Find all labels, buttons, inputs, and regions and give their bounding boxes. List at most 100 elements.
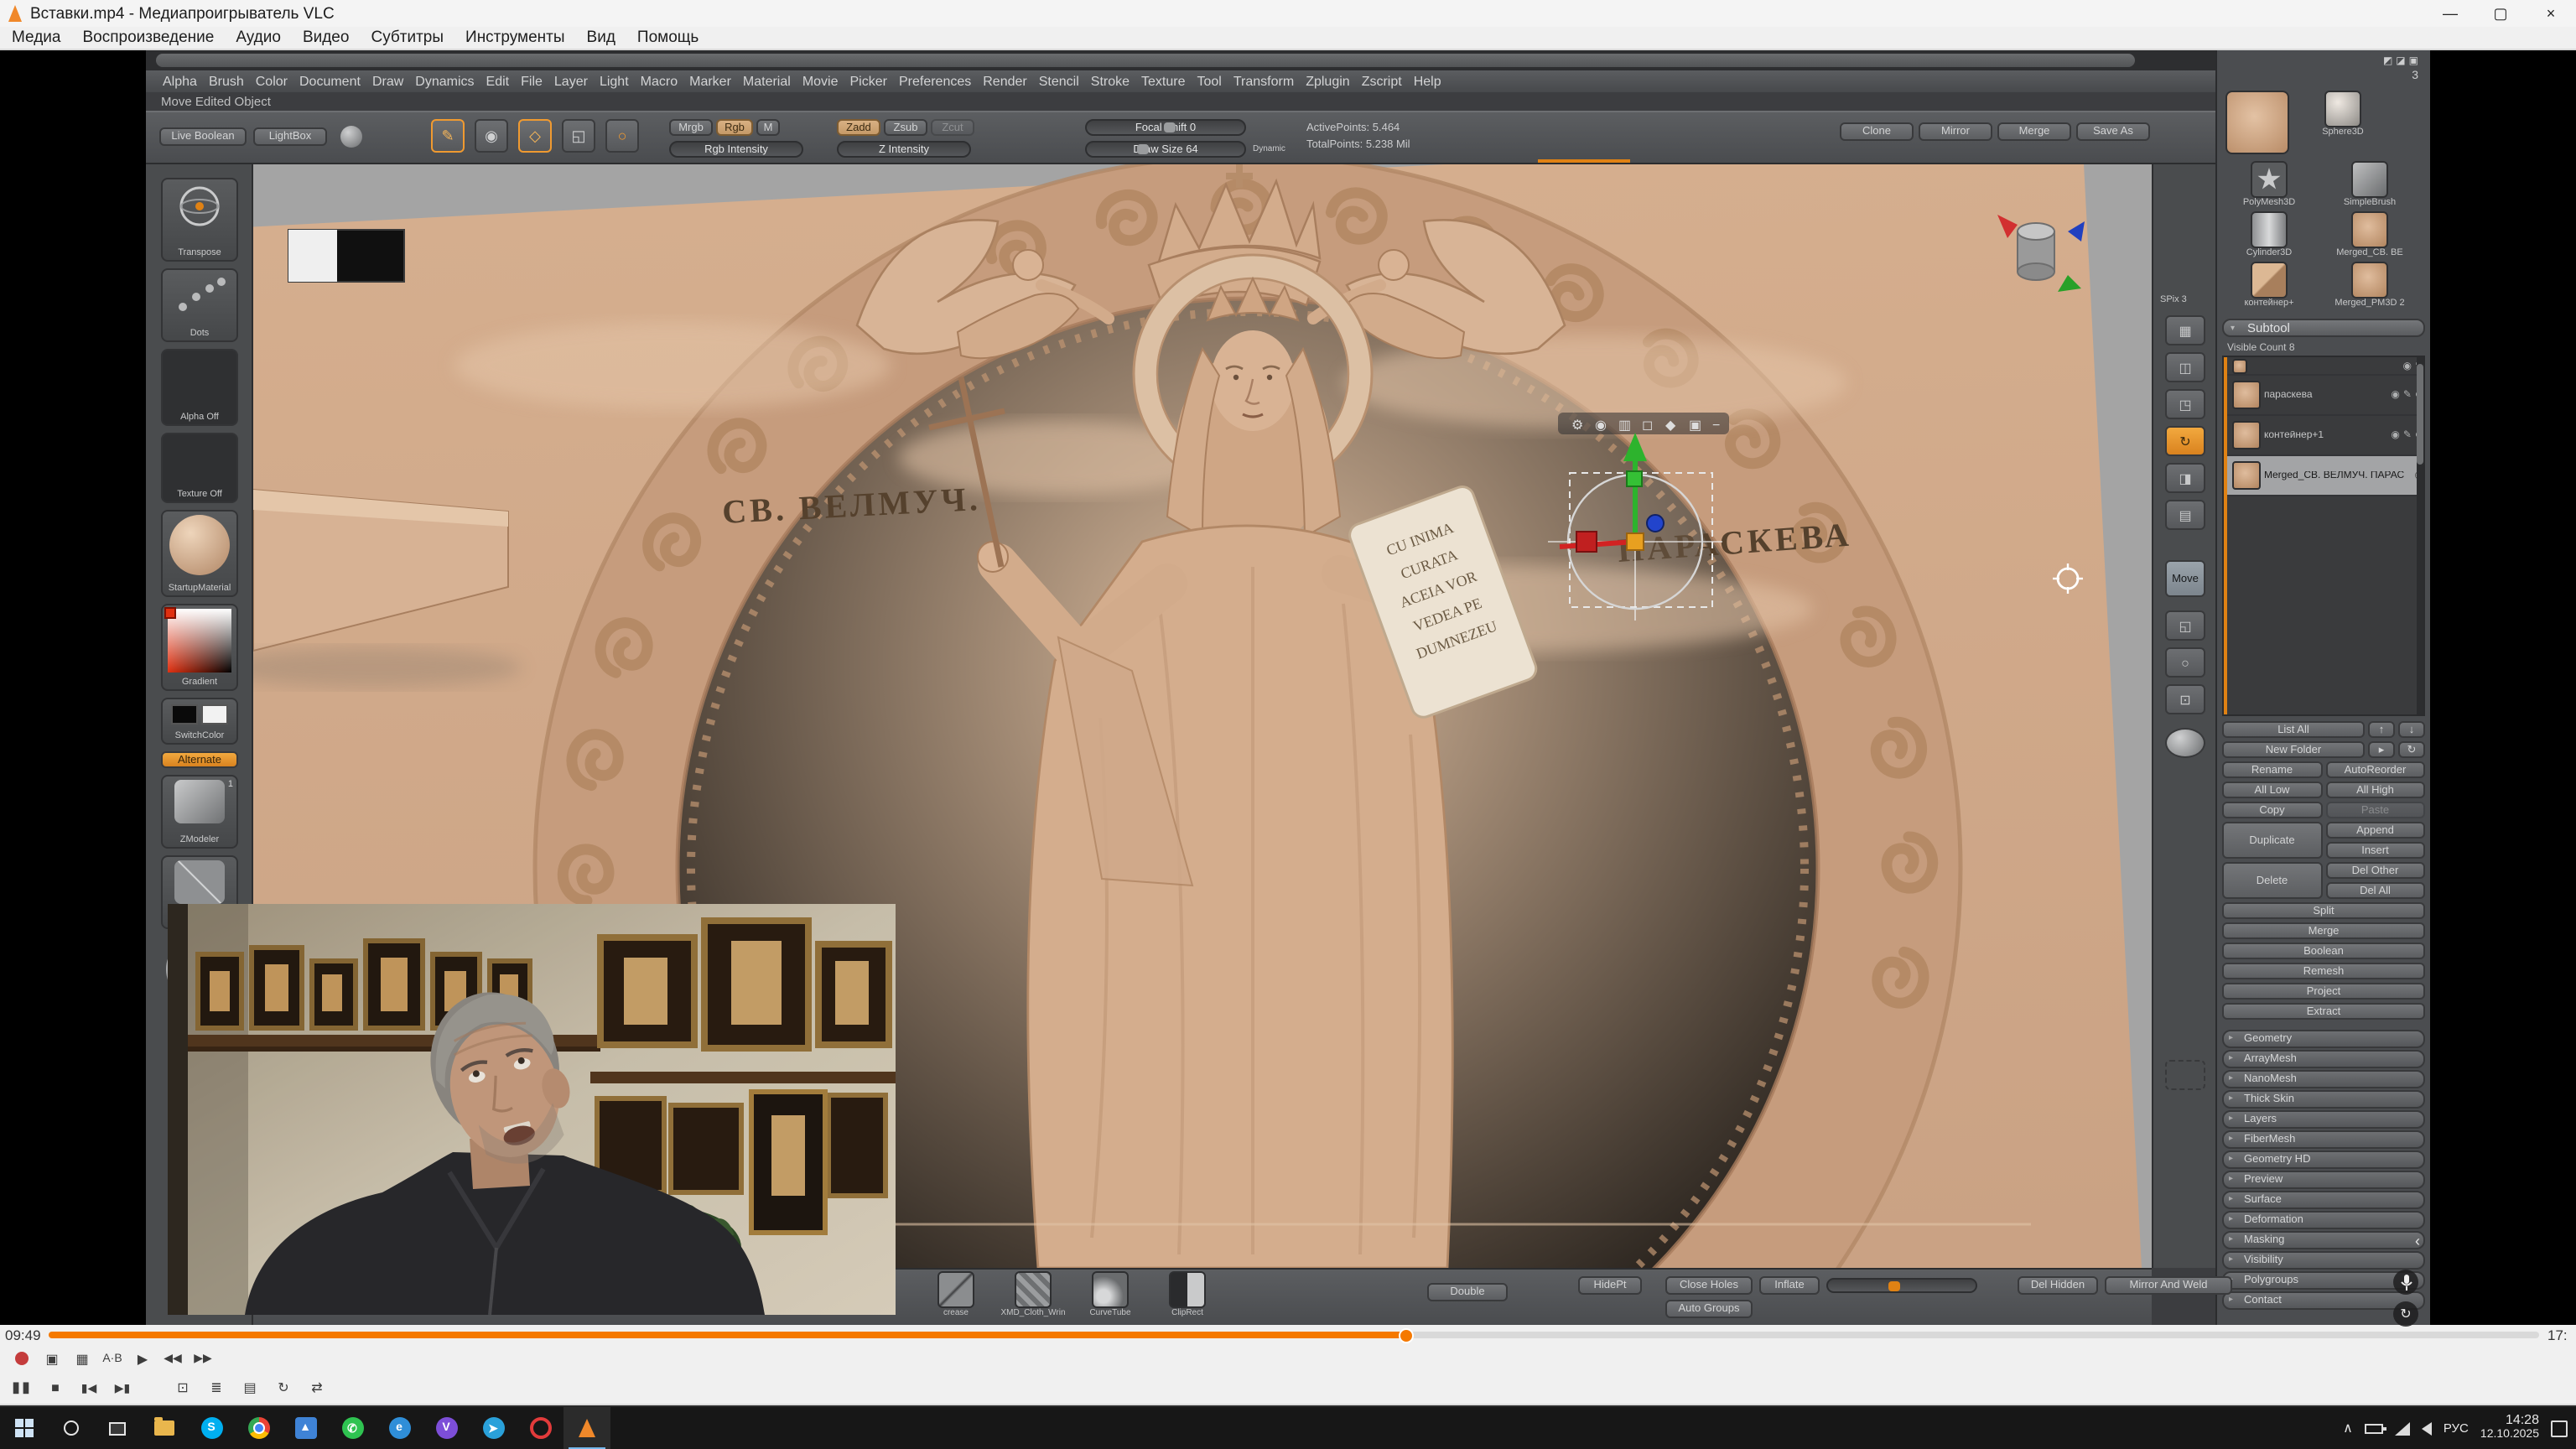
maximize-button[interactable]: ▢ xyxy=(2475,0,2526,27)
all-low-button[interactable]: All Low xyxy=(2222,782,2322,798)
eye-icon[interactable]: ◉ xyxy=(2391,429,2400,441)
extract-button[interactable]: Extract xyxy=(2222,1003,2425,1020)
section-geometryhd[interactable]: Geometry HD xyxy=(2222,1150,2425,1168)
project-button[interactable]: Project xyxy=(2222,983,2425,1000)
zb-menu-render[interactable]: Render xyxy=(983,74,1027,89)
loop-ab-button[interactable]: A·B xyxy=(101,1348,124,1369)
video-area[interactable]: ◧ ◨ × Alpha Brush Color Document Draw Dy… xyxy=(0,50,2576,1325)
merge-button[interactable]: Merge xyxy=(1997,122,2071,141)
canvas-rotate-button[interactable]: ○ xyxy=(2165,647,2205,678)
record-overlay-icon[interactable]: ↻ xyxy=(2393,1301,2418,1327)
merge-subtool-button[interactable]: Merge xyxy=(2222,922,2425,939)
sync-button[interactable]: ↻ xyxy=(2165,426,2205,456)
autoreorder-button[interactable]: AutoReorder xyxy=(2325,761,2425,778)
zb-menu-stencil[interactable]: Stencil xyxy=(1039,74,1079,89)
clone-button[interactable]: Clone xyxy=(1840,122,1914,141)
subtool-row-selected[interactable]: Merged_СВ. ВЕЛМУЧ. ПАРАС ◉ xyxy=(2224,456,2423,496)
focal-shift-slider[interactable]: Focal Shift 0 xyxy=(1085,119,1246,136)
remesh-button[interactable]: Remesh xyxy=(2222,963,2425,979)
zb-menu-zplugin[interactable]: Zplugin xyxy=(1306,74,1350,89)
subtool-header[interactable]: Subtool xyxy=(2222,319,2425,337)
task-view-button[interactable] xyxy=(94,1406,141,1449)
zb-menu-material[interactable]: Material xyxy=(743,74,791,89)
brush-icon[interactable]: ✎ xyxy=(2403,429,2412,441)
section-deformation[interactable]: Deformation xyxy=(2222,1211,2425,1228)
alternate-button[interactable]: Alternate xyxy=(161,751,238,768)
subtool-row-partial[interactable]: ◉✎ xyxy=(2224,357,2423,376)
tool-item[interactable]: Sphere3D xyxy=(2296,91,2390,138)
zb-menu-layer[interactable]: Layer xyxy=(554,74,588,89)
playlist-button[interactable]: ▤ xyxy=(238,1377,262,1399)
list-all-button[interactable]: List All xyxy=(2222,721,2365,738)
photos-app-icon[interactable]: ▲ xyxy=(282,1406,329,1449)
save-as-button[interactable]: Save As xyxy=(2076,122,2150,141)
append-button[interactable]: Append xyxy=(2325,822,2425,839)
dynamic-label[interactable]: Dynamic xyxy=(1253,143,1285,158)
move-mode-button[interactable]: ◇ xyxy=(518,119,552,153)
gizmo-lock-icon[interactable]: ▣ xyxy=(1689,418,1701,433)
section-visibility[interactable]: Visibility xyxy=(2222,1251,2425,1269)
section-masking[interactable]: Masking xyxy=(2222,1231,2425,1249)
gizmo-gear-icon[interactable]: ⚙ xyxy=(1571,418,1583,433)
material-selector[interactable]: StartupMaterial xyxy=(161,510,238,597)
spix-label[interactable]: SPix 3 xyxy=(2160,295,2187,305)
split-button[interactable]: Split xyxy=(2222,902,2425,919)
brush-slot[interactable]: crease xyxy=(921,1271,991,1318)
battery-icon[interactable] xyxy=(2365,1423,2383,1433)
auto-groups-button[interactable]: Auto Groups xyxy=(1665,1300,1753,1318)
projection-sphere-icon[interactable] xyxy=(340,126,362,148)
language-indicator[interactable]: РУС xyxy=(2444,1420,2469,1436)
section-surface[interactable]: Surface xyxy=(2222,1191,2425,1208)
section-thickskin[interactable]: Thick Skin xyxy=(2222,1090,2425,1108)
file-explorer-icon[interactable] xyxy=(141,1406,188,1449)
brush-slot[interactable]: XMD_Cloth_Wrin xyxy=(998,1271,1068,1318)
previous-button[interactable]: ▮◀ xyxy=(77,1377,101,1399)
inflate-slider[interactable] xyxy=(1826,1278,1977,1293)
stroke-tool[interactable]: Dots xyxy=(161,268,238,342)
menu-help[interactable]: Помощь xyxy=(637,29,699,47)
duplicate-button[interactable]: Duplicate xyxy=(2222,822,2322,859)
pause-button[interactable]: ▮▮ xyxy=(10,1377,34,1399)
gizmo-toolbar[interactable]: ⚙ ◉ ▥ ◻ ◆ ▣ − xyxy=(1558,413,1729,434)
tool-item[interactable]: контейнер+ xyxy=(2222,262,2316,309)
del-all-button[interactable]: Del All xyxy=(2325,882,2425,899)
menu-video[interactable]: Видео xyxy=(303,29,350,47)
notification-center-icon[interactable] xyxy=(2551,1420,2568,1436)
tool-item[interactable]: Merged_СВ. ВЕ xyxy=(2323,211,2417,258)
zadd-button[interactable]: Zadd xyxy=(837,119,880,136)
tool-item[interactable]: Cylinder3D xyxy=(2222,211,2316,258)
selection-rect-button[interactable] xyxy=(2165,1060,2205,1090)
close-holes-button[interactable]: Close Holes xyxy=(1665,1276,1753,1295)
insert-button[interactable]: Insert xyxy=(2325,842,2425,859)
inflate-button[interactable]: Inflate xyxy=(1759,1276,1820,1295)
chrome-icon[interactable] xyxy=(235,1406,282,1449)
double-button[interactable]: Double xyxy=(1427,1283,1508,1301)
clock[interactable]: 14:28 12.10.2025 xyxy=(2480,1414,2539,1442)
eye-icon[interactable]: ◉ xyxy=(2402,360,2412,371)
del-hidden-button[interactable]: Del Hidden xyxy=(2018,1276,2098,1295)
tool-item[interactable]: Merged_PM3D 2 xyxy=(2323,262,2417,309)
brush-slot[interactable]: ClipRect xyxy=(1152,1271,1223,1318)
section-fibermesh[interactable]: FiberMesh xyxy=(2222,1130,2425,1148)
network-icon[interactable] xyxy=(2395,1421,2410,1435)
local-symmetry-button[interactable]: ◨ xyxy=(2165,463,2205,493)
zb-menu-document[interactable]: Document xyxy=(299,74,361,89)
gizmo-grid-icon[interactable]: ▥ xyxy=(1618,418,1631,433)
zb-menu-stroke[interactable]: Stroke xyxy=(1091,74,1130,89)
seek-slider[interactable] xyxy=(49,1332,2539,1338)
subtool-row[interactable]: параскева ◉✎⊙ xyxy=(2224,376,2423,416)
mirror-button[interactable]: Mirror xyxy=(1919,122,1992,141)
record-button[interactable] xyxy=(10,1348,34,1369)
zb-menu-movie[interactable]: Movie xyxy=(802,74,839,89)
scale-mode-button[interactable]: ◱ xyxy=(562,119,595,153)
menu-tools[interactable]: Инструменты xyxy=(465,29,565,47)
eye-icon[interactable]: ◉ xyxy=(2391,389,2400,401)
draw-size-slider[interactable]: Draw Size 64 xyxy=(1085,141,1246,158)
minimize-button[interactable]: — xyxy=(2425,0,2475,27)
edge-icon[interactable]: e xyxy=(376,1406,423,1449)
gizmo-cube-icon[interactable]: ◻ xyxy=(1642,418,1653,433)
zb-menu-color[interactable]: Color xyxy=(256,74,288,89)
zb-menu-transform[interactable]: Transform xyxy=(1233,74,1294,89)
subtool-scrollbar[interactable] xyxy=(2417,357,2423,714)
zb-menu-picker[interactable]: Picker xyxy=(850,74,887,89)
